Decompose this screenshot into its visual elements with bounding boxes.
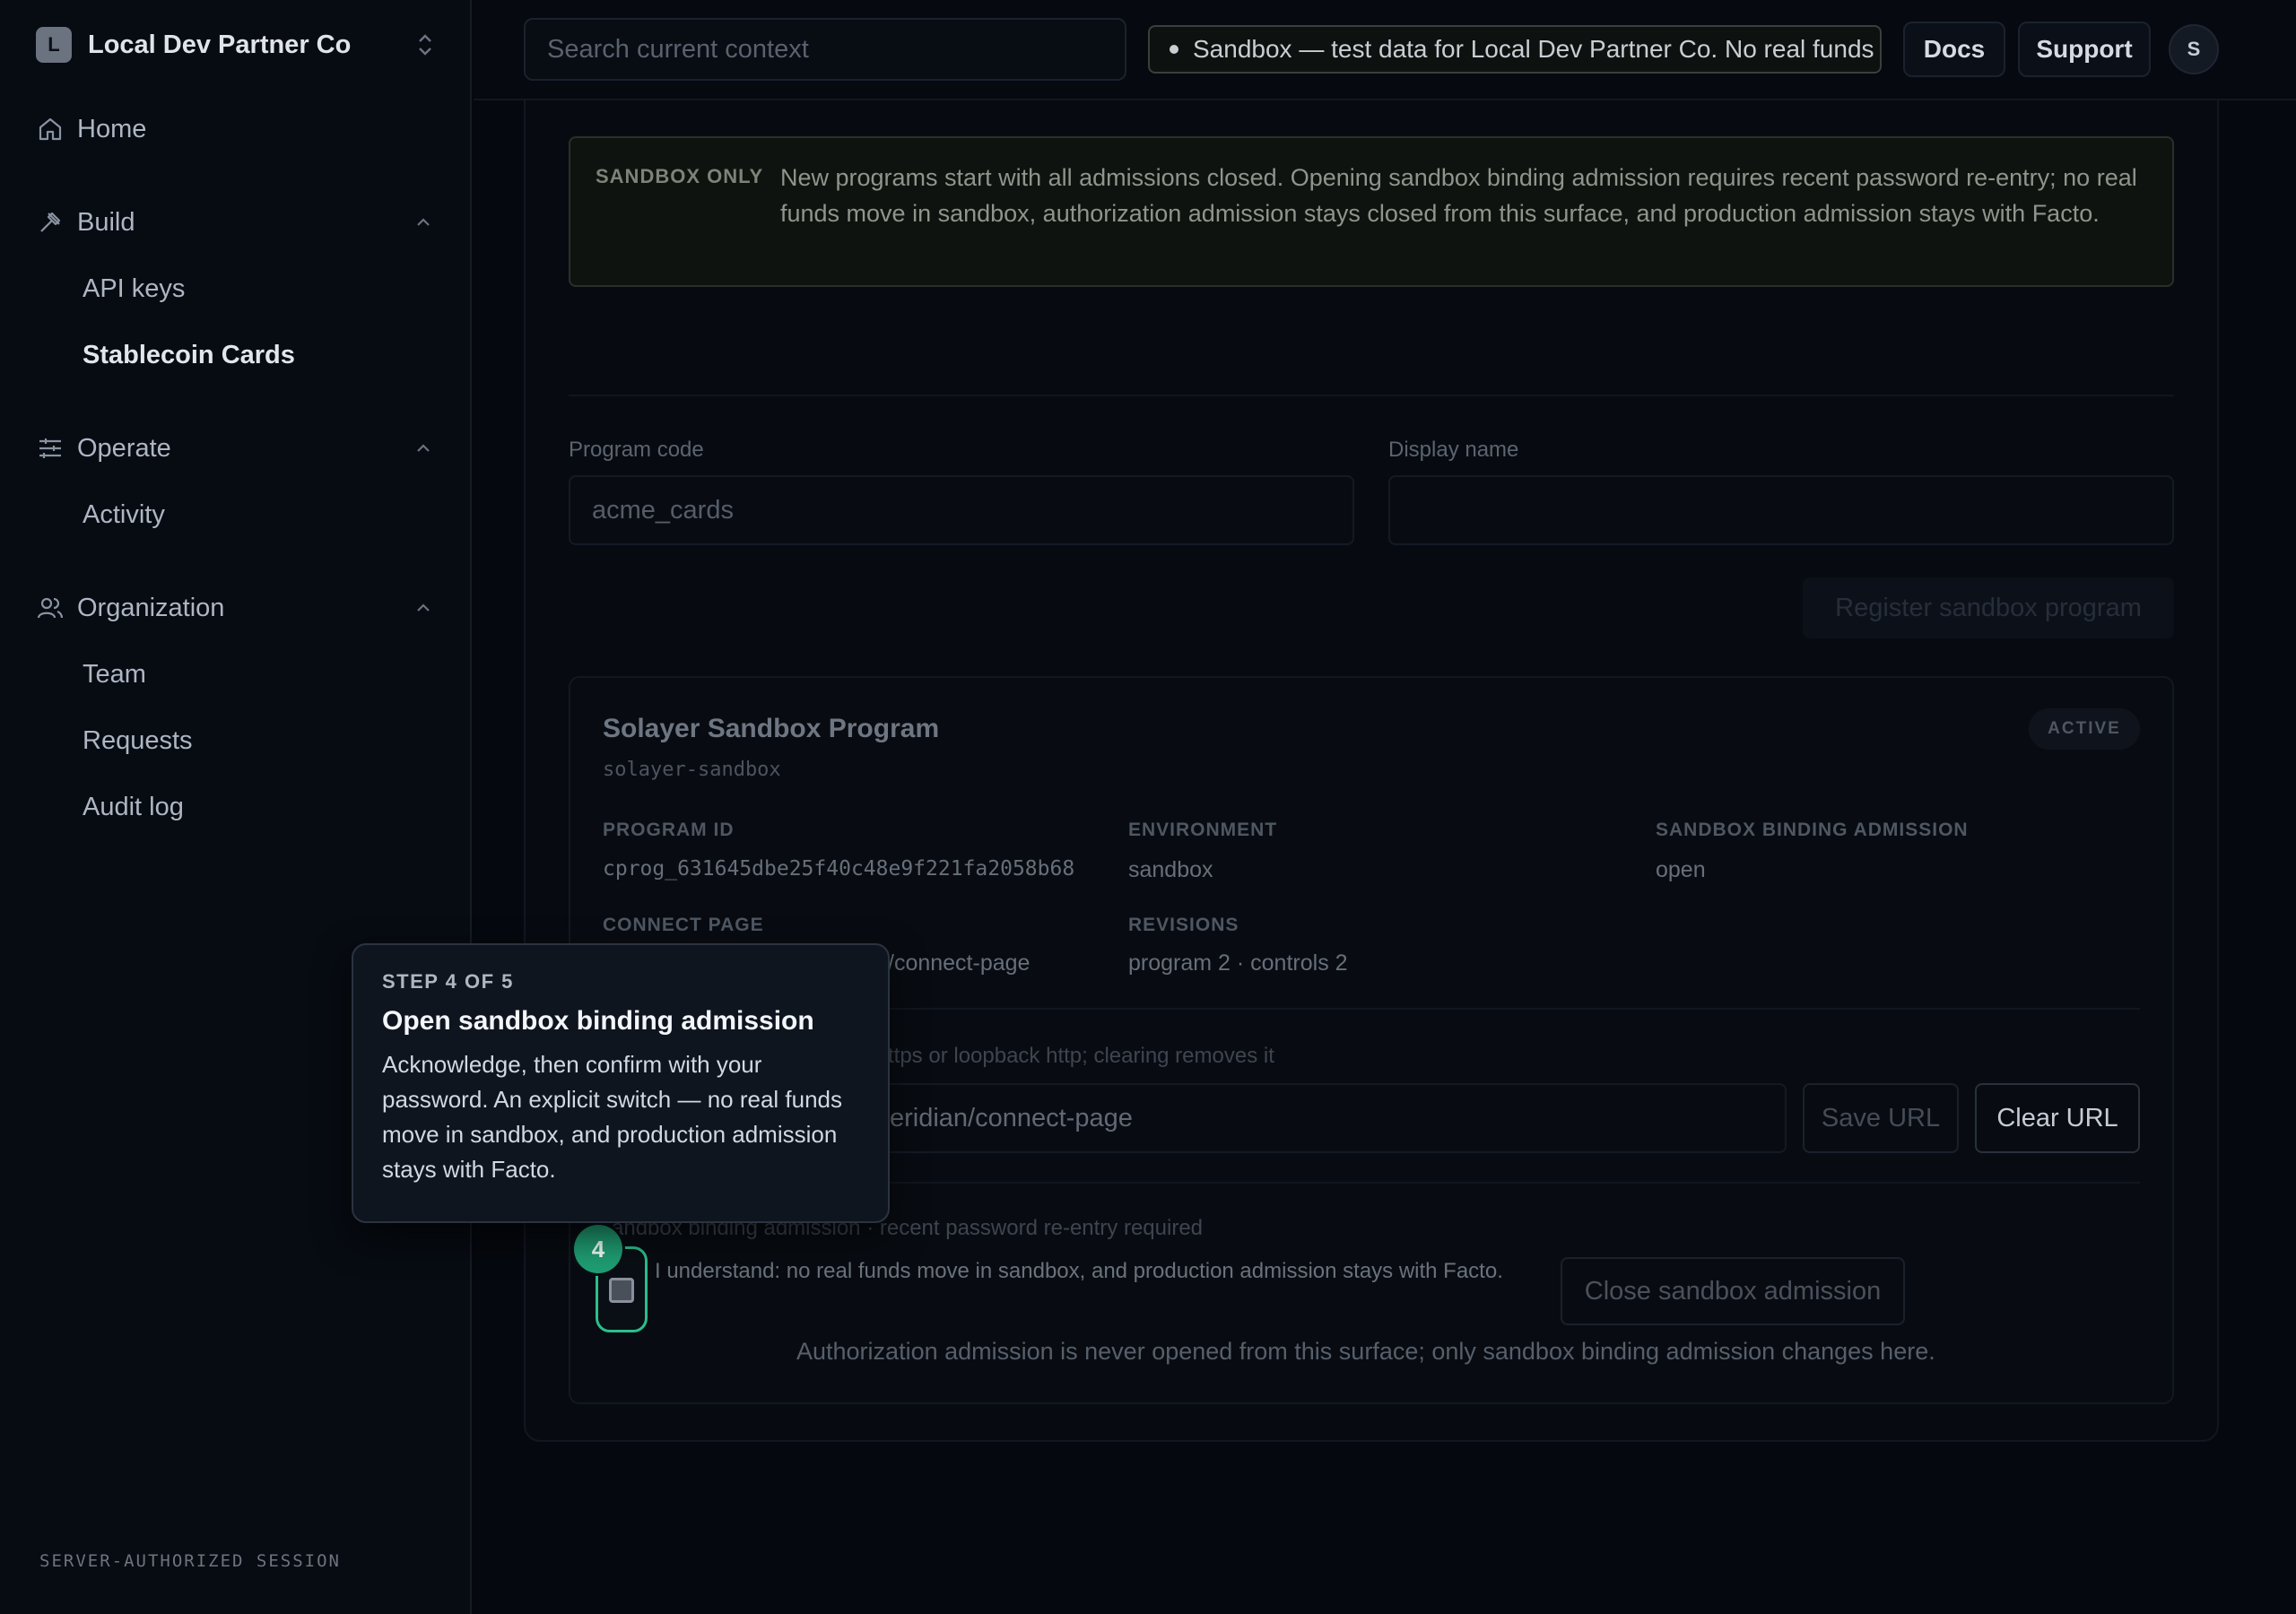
sidebar-item-audit-log[interactable]: Audit log	[83, 787, 184, 827]
status-dot-icon	[1170, 45, 1178, 54]
connect-url-hint: ttps or loopback http; clearing removes …	[888, 1044, 1274, 1068]
connect-url-value: eridian/connect-page	[890, 1103, 1133, 1132]
environment-value: sandbox	[1128, 857, 1213, 882]
sidebar-item-api-keys[interactable]: API keys	[83, 269, 185, 308]
tour-step-counter: STEP 4 OF 5	[382, 970, 514, 993]
sidebar-section-label: Operate	[77, 433, 171, 463]
program-code-label: Program code	[569, 438, 704, 462]
program-code-input[interactable]: acme_cards	[569, 475, 1354, 545]
environment-label: ENVIRONMENT	[1128, 820, 1278, 840]
tour-tooltip: STEP 4 OF 5 Open sandbox binding admissi…	[352, 943, 890, 1223]
hammer-icon	[36, 208, 65, 237]
home-icon	[36, 115, 65, 143]
program-title: Solayer Sandbox Program	[603, 714, 940, 743]
binding-admission-value: open	[1656, 857, 1706, 882]
sidebar-section-label: Build	[77, 207, 135, 237]
tour-title: Open sandbox binding admission	[382, 1006, 814, 1036]
acknowledge-checkbox[interactable]	[609, 1278, 634, 1303]
clear-url-button[interactable]: Clear URL	[1975, 1083, 2140, 1153]
sandbox-banner-text: Sandbox — test data for Local Dev Partne…	[1193, 35, 1882, 63]
register-sandbox-program-button[interactable]: Register sandbox program	[1803, 577, 2174, 638]
sliders-icon	[36, 434, 65, 463]
search-input[interactable]: Search current context	[524, 18, 1126, 81]
org-switcher[interactable]: L Local Dev Partner Co	[36, 25, 436, 65]
sidebar-section-organization[interactable]: Organization	[36, 586, 436, 629]
avatar[interactable]: S	[2169, 24, 2219, 74]
connect-page-label: CONNECT PAGE	[603, 915, 764, 935]
docs-button[interactable]: Docs	[1903, 22, 2005, 77]
sidebar-section-label: Organization	[77, 593, 225, 622]
binding-admission-label: SANDBOX BINDING ADMISSION	[1656, 820, 1969, 840]
display-name-input[interactable]	[1388, 475, 2174, 545]
notice-tag: SANDBOX ONLY	[596, 165, 764, 187]
sandbox-environment-banner: Sandbox — test data for Local Dev Partne…	[1148, 25, 1882, 74]
top-bar: Search current context Sandbox — test da…	[474, 0, 2296, 100]
chevron-up-icon	[417, 603, 430, 612]
sandbox-notice: SANDBOX ONLY New programs start with all…	[569, 136, 2174, 287]
revisions-value: program 2 · controls 2	[1128, 950, 1348, 976]
divider	[569, 395, 2174, 396]
sidebar: L Local Dev Partner Co Home Build API ke…	[0, 0, 472, 1614]
tour-step-marker: 4	[574, 1225, 622, 1273]
notice-text: New programs start with all admissions c…	[780, 164, 2137, 227]
users-icon	[36, 594, 65, 622]
org-name: Local Dev Partner Co	[88, 30, 352, 59]
program-slug: solayer-sandbox	[603, 759, 781, 781]
close-sandbox-admission-button[interactable]: Close sandbox admission	[1561, 1257, 1905, 1325]
authorization-footnote: Authorization admission is never opened …	[796, 1338, 1935, 1365]
support-button[interactable]: Support	[2018, 22, 2151, 77]
tour-body: Acknowledge, then confirm with your pass…	[382, 1051, 843, 1183]
sidebar-item-label: Home	[77, 114, 147, 143]
status-badge: ACTIVE	[2029, 708, 2140, 750]
chevron-up-down-icon	[419, 34, 431, 56]
sidebar-section-operate[interactable]: Operate	[36, 427, 436, 470]
sidebar-section-build[interactable]: Build	[36, 201, 436, 244]
org-logo: L	[36, 27, 72, 63]
sidebar-item-requests[interactable]: Requests	[83, 721, 193, 760]
program-id-value: cprog_631645dbe25f40c48e9f221fa2058b68	[603, 857, 1075, 881]
display-name-label: Display name	[1388, 438, 1519, 462]
sidebar-item-stablecoin-cards[interactable]: Stablecoin Cards	[83, 335, 295, 375]
sidebar-item-home[interactable]: Home	[36, 108, 436, 151]
connect-page-value: /connect-page	[888, 950, 1031, 976]
sidebar-item-team[interactable]: Team	[83, 655, 146, 694]
revisions-label: REVISIONS	[1128, 915, 1239, 935]
acknowledge-label: I understand: no real funds move in sand…	[655, 1259, 1503, 1283]
session-tag: SERVER-AUTHORIZED SESSION	[39, 1551, 341, 1571]
chevron-up-icon	[417, 444, 430, 452]
save-url-button[interactable]: Save URL	[1803, 1083, 1959, 1153]
chevron-up-icon	[417, 218, 430, 226]
program-id-label: PROGRAM ID	[603, 820, 735, 840]
sidebar-item-activity[interactable]: Activity	[83, 495, 165, 534]
